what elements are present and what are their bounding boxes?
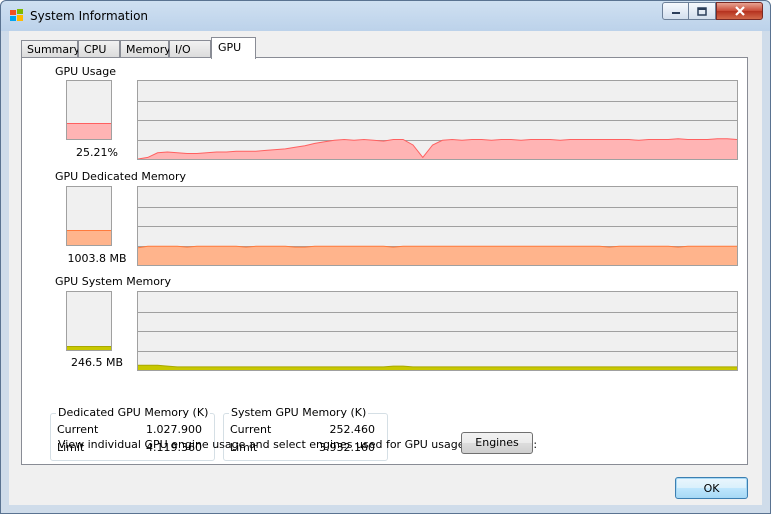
gpu-usage-title: GPU Usage bbox=[55, 65, 116, 78]
minimize-icon bbox=[671, 12, 680, 14]
tab-memory[interactable]: Memory bbox=[120, 40, 171, 57]
tab-cpu[interactable]: CPU bbox=[78, 40, 120, 57]
engines-button[interactable]: Engines bbox=[461, 432, 533, 454]
dedicated-gpu-memory-group: Dedicated GPU Memory (K) Current 1.027.9… bbox=[50, 406, 215, 461]
dedicated-graph-svg bbox=[138, 207, 737, 265]
tab-gpu[interactable]: GPU bbox=[211, 37, 256, 59]
gpu-usage-history-graph bbox=[137, 80, 738, 160]
gpu_usage-graph-svg bbox=[138, 101, 737, 159]
close-icon bbox=[734, 6, 745, 16]
system-current-value: 252.460 bbox=[329, 423, 376, 436]
system-information-window: System Information Summary CPU Memory I/… bbox=[0, 0, 771, 514]
tab-label: GPU bbox=[218, 41, 242, 54]
ok-button[interactable]: OK bbox=[675, 477, 748, 499]
system-history-area bbox=[138, 365, 737, 370]
tab-summary[interactable]: Summary bbox=[21, 40, 81, 57]
gpu-dedicated-memory-title: GPU Dedicated Memory bbox=[55, 170, 187, 183]
gpu-system-memory-value: 246.5 MB bbox=[70, 356, 124, 369]
tab-label: CPU bbox=[84, 43, 107, 56]
gpu-usage-meter bbox=[66, 80, 112, 140]
gpu-system-memory-meter bbox=[66, 291, 112, 351]
gpu-dedicated-memory-meter bbox=[66, 186, 112, 246]
gpu-usage-meter-fill bbox=[67, 123, 111, 139]
dedicated-current-value: 1.027.900 bbox=[146, 423, 202, 436]
gpu-system-memory-title: GPU System Memory bbox=[55, 275, 171, 288]
dedicated-current-label: Current bbox=[57, 423, 99, 436]
minimize-button[interactable] bbox=[662, 2, 689, 20]
window-title: System Information bbox=[30, 9, 149, 23]
dedicated-gpu-memory-group-title: Dedicated GPU Memory (K) bbox=[56, 406, 211, 419]
app-icon bbox=[10, 9, 23, 21]
maximize-button[interactable] bbox=[689, 2, 716, 20]
system-history-line bbox=[138, 364, 737, 368]
gpu-dedicated-memory-meter-fill bbox=[67, 230, 111, 245]
gpu-usage-value: 25.21% bbox=[76, 146, 118, 159]
gpu-dedicated-memory-value: 1003.8 MB bbox=[67, 252, 127, 265]
gpu-tab-page: GPU Usage 25.21% GPU Dedicated Memory 10… bbox=[21, 57, 748, 465]
tab-label: I/O bbox=[175, 43, 191, 56]
gpu-dedicated-memory-history-graph bbox=[137, 186, 738, 266]
gpu-system-memory-history-graph bbox=[137, 291, 738, 371]
gpu_usage-history-area bbox=[138, 138, 737, 159]
system-current-label: Current bbox=[230, 423, 272, 436]
system-graph-svg bbox=[138, 312, 737, 370]
dedicated-history-area bbox=[138, 246, 737, 265]
system-gpu-memory-group-title: System GPU Memory (K) bbox=[229, 406, 369, 419]
system-gpu-memory-group: System GPU Memory (K) Current 252.460 Li… bbox=[223, 406, 388, 461]
gpu-system-memory-meter-fill bbox=[67, 345, 111, 350]
tab-label: Memory bbox=[126, 43, 171, 56]
tab-io[interactable]: I/O bbox=[169, 40, 211, 57]
tab-label: Summary bbox=[27, 43, 81, 56]
maximize-icon bbox=[697, 6, 707, 16]
close-button[interactable] bbox=[716, 2, 763, 20]
dialog-client-area: Summary CPU Memory I/O GPU GPU Usage 25.… bbox=[9, 31, 762, 505]
title-bar[interactable]: System Information bbox=[1, 1, 770, 31]
